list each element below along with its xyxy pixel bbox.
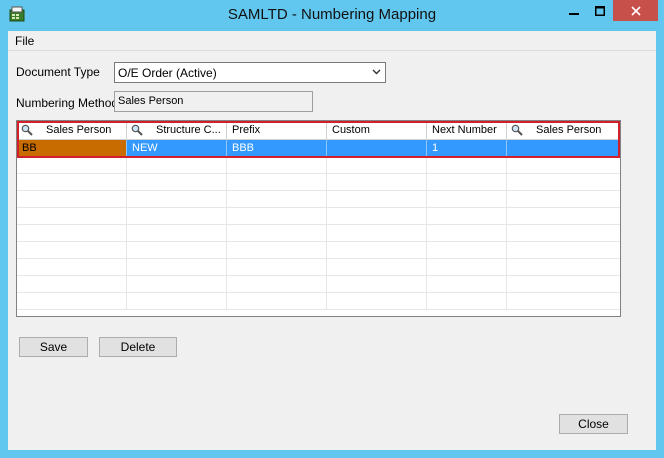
empty-cell[interactable] <box>227 242 327 259</box>
column-header-sales-person-2[interactable]: Sales Person <box>507 121 620 140</box>
numbering-method-value: Sales Person <box>118 95 184 107</box>
empty-cell[interactable] <box>327 242 427 259</box>
maximize-icon <box>595 5 605 16</box>
empty-cell[interactable] <box>127 174 227 191</box>
empty-cell[interactable] <box>227 225 327 242</box>
maximize-button[interactable] <box>587 0 613 21</box>
empty-cell[interactable] <box>227 174 327 191</box>
empty-row[interactable] <box>17 259 620 276</box>
column-header-prefix[interactable]: Prefix <box>227 121 327 140</box>
table-cell[interactable]: BB <box>17 140 127 157</box>
empty-cell[interactable] <box>17 259 127 276</box>
empty-cell[interactable] <box>127 242 227 259</box>
empty-cell[interactable] <box>227 157 327 174</box>
empty-cell[interactable] <box>127 293 227 310</box>
table-cell[interactable]: 1 <box>427 140 507 157</box>
empty-cell[interactable] <box>17 208 127 225</box>
document-type-select[interactable]: O/E Order (Active) <box>114 62 386 83</box>
empty-cell[interactable] <box>227 293 327 310</box>
menu-file[interactable]: File <box>15 34 34 48</box>
form-client-area: File Document Type O/E Order (Active) Nu… <box>8 31 656 450</box>
column-header-label: Custom <box>332 124 370 136</box>
table-cell[interactable]: BBB <box>227 140 327 157</box>
empty-cell[interactable] <box>17 225 127 242</box>
table-row[interactable]: BB NEW BBB 1 <box>17 140 620 157</box>
empty-cell[interactable] <box>427 293 507 310</box>
empty-cell[interactable] <box>17 191 127 208</box>
mapping-grid[interactable]: Sales Person Structure C... Prefix Custo… <box>16 120 621 317</box>
empty-row[interactable] <box>17 174 620 191</box>
empty-cell[interactable] <box>427 157 507 174</box>
empty-cell[interactable] <box>127 191 227 208</box>
empty-row[interactable] <box>17 293 620 310</box>
document-type-value: O/E Order (Active) <box>118 66 217 80</box>
window-close-button[interactable] <box>613 0 658 21</box>
table-cell[interactable] <box>327 140 427 157</box>
empty-cell[interactable] <box>17 174 127 191</box>
close-button[interactable]: Close <box>559 414 628 434</box>
empty-cell[interactable] <box>327 276 427 293</box>
empty-cell[interactable] <box>127 157 227 174</box>
empty-cell[interactable] <box>427 225 507 242</box>
empty-cell[interactable] <box>327 259 427 276</box>
empty-cell[interactable] <box>127 276 227 293</box>
column-header-next-number[interactable]: Next Number <box>427 121 507 140</box>
empty-cell[interactable] <box>17 242 127 259</box>
numbering-method-label: Numbering Method <box>16 96 119 110</box>
empty-cell[interactable] <box>327 191 427 208</box>
title-bar[interactable]: SAMLTD - Numbering Mapping <box>0 0 664 31</box>
empty-cell[interactable] <box>327 208 427 225</box>
empty-cell[interactable] <box>427 191 507 208</box>
empty-cell[interactable] <box>227 276 327 293</box>
empty-cell[interactable] <box>127 208 227 225</box>
menu-bar: File <box>8 31 656 51</box>
save-button[interactable]: Save <box>19 337 88 357</box>
empty-cell[interactable] <box>227 259 327 276</box>
search-icon <box>131 124 143 136</box>
empty-cell[interactable] <box>427 208 507 225</box>
table-cell[interactable] <box>507 140 620 157</box>
grid-header: Sales Person Structure C... Prefix Custo… <box>17 121 620 140</box>
empty-cell[interactable] <box>327 225 427 242</box>
numbering-method-field: Sales Person <box>114 91 313 112</box>
empty-cell[interactable] <box>427 259 507 276</box>
column-header-label: Sales Person <box>536 124 602 136</box>
empty-cell[interactable] <box>427 174 507 191</box>
minimize-button[interactable] <box>560 0 587 21</box>
search-icon <box>21 124 33 136</box>
column-header-label: Next Number <box>432 124 497 136</box>
chevron-down-icon <box>372 69 381 75</box>
search-icon <box>511 124 523 136</box>
empty-row[interactable] <box>17 157 620 174</box>
close-icon <box>630 5 641 16</box>
empty-cell[interactable] <box>17 276 127 293</box>
delete-button[interactable]: Delete <box>99 337 177 357</box>
column-header-custom[interactable]: Custom <box>327 121 427 140</box>
numbering-mapping-window: SAMLTD - Numbering Mapping File Document… <box>0 0 664 458</box>
empty-row[interactable] <box>17 208 620 225</box>
empty-cell[interactable] <box>327 157 427 174</box>
column-header-label: Structure C... <box>156 124 221 136</box>
empty-cell[interactable] <box>127 225 227 242</box>
empty-row[interactable] <box>17 225 620 242</box>
empty-cell[interactable] <box>17 157 127 174</box>
empty-cell[interactable] <box>427 276 507 293</box>
empty-cell[interactable] <box>127 259 227 276</box>
empty-cell[interactable] <box>327 293 427 310</box>
empty-row[interactable] <box>17 242 620 259</box>
empty-row[interactable] <box>17 276 620 293</box>
empty-row[interactable] <box>17 191 620 208</box>
minimize-icon <box>568 12 579 15</box>
document-type-label: Document Type <box>16 65 100 79</box>
empty-cell[interactable] <box>327 174 427 191</box>
empty-cell[interactable] <box>427 242 507 259</box>
column-header-sales-person[interactable]: Sales Person <box>17 121 127 140</box>
empty-cell[interactable] <box>17 293 127 310</box>
empty-cell[interactable] <box>227 191 327 208</box>
column-header-label: Prefix <box>232 124 261 136</box>
column-header-structure-code[interactable]: Structure C... <box>127 121 227 140</box>
table-cell[interactable]: NEW <box>127 140 227 157</box>
empty-cell[interactable] <box>227 208 327 225</box>
column-header-label: Sales Person <box>46 124 112 136</box>
